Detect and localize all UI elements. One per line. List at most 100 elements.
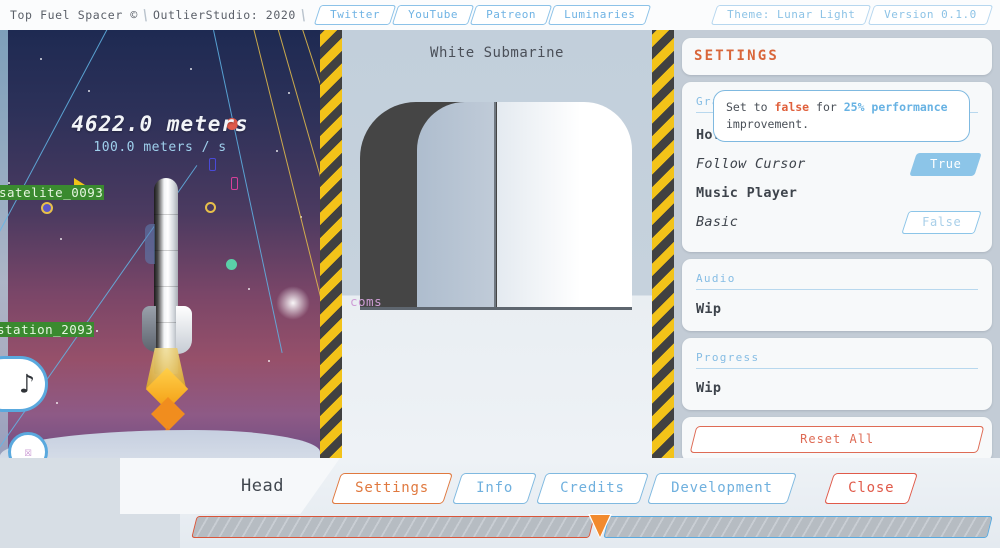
links-separator: \ <box>295 6 311 24</box>
music-note-icon: ♪ <box>18 368 35 400</box>
tooltip-highlight-perf: 25% performance <box>843 100 948 114</box>
submarine-panel: White Submarine coms <box>342 30 652 458</box>
star <box>56 402 58 404</box>
link-youtube[interactable]: YouTube <box>391 5 474 25</box>
link-patreon[interactable]: Patreon <box>469 5 552 25</box>
reset-all-label: Reset All <box>800 432 875 446</box>
top-bar: Top Fuel Spacer © \ OutlierStudio: 2020 … <box>0 0 1000 30</box>
close-button-label: Close <box>848 480 895 496</box>
setting-row-music-player[interactable]: Music Player <box>696 180 978 206</box>
app-root: Top Fuel Spacer © \ OutlierStudio: 2020 … <box>0 0 1000 548</box>
progress-marker-icon <box>590 515 610 537</box>
station-label-text: station_2093 <box>0 322 95 337</box>
rocket-body <box>154 178 178 374</box>
star <box>88 90 90 92</box>
link-luminaries-label: Luminaries <box>563 8 635 21</box>
setting-value-basic: False <box>922 214 962 229</box>
tooltip-part1: Set to <box>726 100 775 114</box>
link-luminaries[interactable]: Luminaries <box>547 5 651 25</box>
tab-credits[interactable]: Credits <box>535 473 649 504</box>
reset-all-button[interactable]: Reset All <box>689 426 985 453</box>
star <box>8 182 10 184</box>
orb-green[interactable] <box>226 259 237 270</box>
orb-ring[interactable] <box>205 202 216 213</box>
coms-label: coms <box>350 294 383 309</box>
head-tab-label: Head <box>241 476 284 496</box>
settings-group-progress: Progress Wip <box>682 338 992 410</box>
setting-toggle-follow-cursor[interactable]: True <box>908 152 982 176</box>
hazard-stripe-left <box>320 30 342 458</box>
beam <box>298 30 320 430</box>
settings-tooltip: Set to false for 25% performance improve… <box>713 90 970 143</box>
hazard-stripe-right <box>652 30 674 458</box>
reset-card: Reset All <box>682 417 992 462</box>
setting-label-audio-wip: Wip <box>696 301 722 317</box>
settings-group-audio: Audio Wip <box>682 259 992 331</box>
tab-info-label: Info <box>476 480 513 496</box>
tab-settings[interactable]: Settings <box>330 473 453 504</box>
light-glow <box>276 286 310 320</box>
setting-value-follow-cursor: True <box>929 156 962 171</box>
submarine-inner-right <box>497 102 632 307</box>
beam <box>212 30 283 354</box>
submarine-title: White Submarine <box>430 45 564 61</box>
setting-row-follow-cursor[interactable]: Follow Cursor True <box>696 151 982 177</box>
tab-settings-label: Settings <box>355 480 430 496</box>
setting-toggle-basic[interactable]: False <box>901 210 982 234</box>
tab-development[interactable]: Development <box>647 473 797 504</box>
submarine-base <box>360 307 632 310</box>
setting-row-basic[interactable]: Basic False <box>696 209 982 235</box>
rocket-sprite[interactable] <box>140 178 192 444</box>
setting-label-basic: Basic <box>696 214 739 230</box>
orb-satellite[interactable] <box>41 202 53 214</box>
version-label: Version 0.1.0 <box>884 8 978 21</box>
tab-development-label: Development <box>671 480 774 496</box>
beam <box>274 30 320 434</box>
submarine-divider <box>494 102 496 307</box>
studio-label: OutlierStudio: 2020 <box>152 8 296 22</box>
theme-label: Theme: Lunar Light <box>727 8 856 21</box>
station-label: station_2093 <box>0 322 95 337</box>
link-patreon-label: Patreon <box>485 8 536 21</box>
speed-readout: 100.0 meters / s <box>93 140 227 155</box>
version-badge: Version 0.1.0 <box>868 5 994 25</box>
link-twitter[interactable]: Twitter <box>313 5 397 25</box>
beam <box>250 30 320 438</box>
distance-readout: 4622.0 meters <box>71 112 249 136</box>
close-button[interactable]: Close <box>823 473 919 504</box>
progress-segment-right[interactable] <box>603 516 993 538</box>
star <box>40 58 42 60</box>
link-twitter-label: Twitter <box>330 8 380 21</box>
star <box>60 238 62 240</box>
satelite-label: satelite_0093 <box>0 185 105 200</box>
settings-title: SETTINGS <box>694 48 780 64</box>
rocket-wing-upper <box>145 224 155 264</box>
submarine-artwork <box>342 85 652 310</box>
bottom-bar: Head Settings Info Credits Development C… <box>0 458 1000 548</box>
link-youtube-label: YouTube <box>407 8 458 21</box>
group-header-audio: Audio <box>696 272 978 290</box>
pill-pink[interactable] <box>231 177 238 190</box>
left-edge-strip <box>0 30 8 488</box>
tooltip-part3: improvement. <box>726 116 810 131</box>
rocket-fin-left <box>142 306 156 352</box>
progress-segment-left[interactable] <box>191 516 595 538</box>
star <box>288 92 290 94</box>
theme-selector[interactable]: Theme: Lunar Light <box>710 5 872 25</box>
star <box>268 360 270 362</box>
tab-info[interactable]: Info <box>451 473 537 504</box>
submarine-inner-left <box>417 102 495 307</box>
top-bar-right: Theme: Lunar Light Version 0.1.0 <box>710 5 1000 25</box>
setting-label-follow-cursor: Follow Cursor <box>696 156 806 172</box>
game-viewport[interactable]: 4622.0 meters 100.0 meters / s satelite_… <box>0 30 320 488</box>
setting-label-progress-wip: Wip <box>696 380 722 396</box>
social-links: Twitter YouTube Patreon Luminaries <box>313 5 651 25</box>
settings-header-card: SETTINGS <box>682 38 992 75</box>
progress-bar[interactable] <box>191 514 993 539</box>
star <box>248 288 250 290</box>
group-header-progress: Progress <box>696 351 978 369</box>
rocket-seam <box>154 286 178 287</box>
pill-blue[interactable] <box>209 158 216 171</box>
rocket-flame <box>151 397 185 431</box>
satelite-label-text: satelite_0093 <box>0 185 105 200</box>
